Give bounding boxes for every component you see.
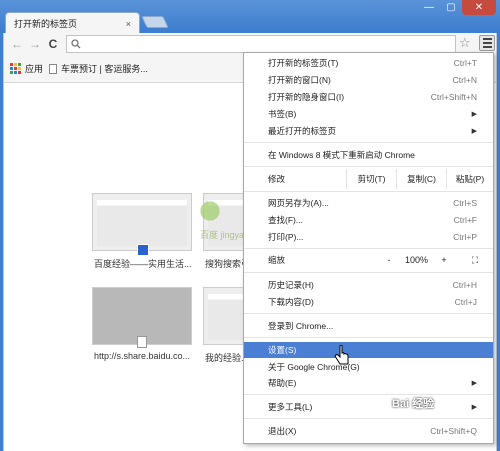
search-icon xyxy=(71,39,81,49)
menu-item-relaunch[interactable]: 在 Windows 8 模式下重新启动 Chrome xyxy=(244,147,493,163)
paste-button[interactable]: 粘贴(P) xyxy=(446,169,493,189)
menu-item-settings[interactable]: 设置(S) xyxy=(244,342,493,358)
zoom-out-button[interactable]: - xyxy=(379,251,399,269)
maximize-button[interactable]: ▢ xyxy=(440,0,462,15)
bookmark-ticket-label: 车票预订 | 客运服务... xyxy=(61,64,148,74)
hand-cursor-icon xyxy=(334,345,349,365)
thumbnail-preview xyxy=(97,200,187,246)
thumbnail-caption: 百度经验——实用生活... xyxy=(94,259,192,269)
menu-item-find[interactable]: 查找(F)... Ctrl+F xyxy=(244,212,493,228)
address-input[interactable] xyxy=(81,39,451,49)
most-visited-thumbnail[interactable] xyxy=(92,287,192,348)
menu-separator xyxy=(244,418,493,419)
menu-item-signin[interactable]: 登录到 Chrome... xyxy=(244,318,493,334)
tab-title: 打开新的标签页 xyxy=(14,19,78,29)
menu-separator xyxy=(244,191,493,192)
menu-item-about[interactable]: 关于 Google Chrome(G) xyxy=(244,359,493,375)
tab-new-tab[interactable]: 打开新的标签页 × xyxy=(5,12,140,34)
menu-item-new-tab[interactable]: 打开新的标签页(T) Ctrl+T xyxy=(244,55,493,71)
menu-separator xyxy=(244,337,493,338)
zoom-level: 100% xyxy=(404,255,429,265)
menu-item-print[interactable]: 打印(P)... Ctrl+P xyxy=(244,229,493,245)
chrome-menu: 打开新的标签页(T) Ctrl+T 打开新的窗口(N) Ctrl+N 打开新的隐身窗… xyxy=(243,52,494,444)
close-window-button[interactable]: ✕ xyxy=(462,0,496,15)
brand-watermark: Bai 经验 xyxy=(392,398,435,410)
omnibox[interactable] xyxy=(66,35,456,53)
document-icon xyxy=(137,336,147,348)
bookmark-star-icon[interactable]: ☆ xyxy=(459,35,471,51)
menu-item-history[interactable]: 历史记录(H) Ctrl+H xyxy=(244,277,493,293)
menu-separator xyxy=(244,394,493,395)
chevron-right-icon: ▶ xyxy=(471,111,477,118)
chevron-right-icon: ▶ xyxy=(471,404,477,411)
menu-item-more-tools[interactable]: 更多工具(L) ▶ xyxy=(244,399,493,415)
menu-item-zoom-label: 缩放 xyxy=(268,255,286,265)
copy-button[interactable]: 复制(C) xyxy=(396,169,446,189)
reload-icon[interactable]: C xyxy=(44,35,62,53)
menu-item-downloads[interactable]: 下载内容(D) Ctrl+J xyxy=(244,294,493,310)
menu-item-save-as[interactable]: 网页另存为(A)... Ctrl+S xyxy=(244,195,493,211)
fullscreen-icon[interactable]: ⛶ xyxy=(464,251,486,269)
bookmark-apps-label: 应用 xyxy=(25,64,44,74)
bookmark-apps[interactable]: 应用 xyxy=(10,62,43,75)
document-icon xyxy=(49,63,58,74)
baidu-favicon-icon xyxy=(137,244,149,256)
bookmark-ticket[interactable]: 车票预订 | 客运服务... xyxy=(49,62,148,75)
window-controls: — ▢ ✕ xyxy=(418,0,496,15)
chevron-right-icon: ▶ xyxy=(471,380,477,387)
back-arrow-icon[interactable]: ← xyxy=(8,35,26,53)
minimize-button[interactable]: — xyxy=(418,0,440,15)
menu-separator xyxy=(244,248,493,249)
thumbnail-preview xyxy=(208,294,248,340)
menu-item-recent-tabs[interactable]: 最近打开的标签页 ▶ xyxy=(244,123,493,139)
chevron-right-icon: ▶ xyxy=(471,128,477,135)
thumbnail-caption: http://s.share.baidu.co... xyxy=(94,351,191,361)
apps-grid-icon xyxy=(10,63,21,74)
zoom-in-button[interactable]: + xyxy=(434,251,454,269)
menu-item-bookmarks[interactable]: 书签(B) ▶ xyxy=(244,106,493,122)
forward-arrow-icon[interactable]: → xyxy=(26,35,44,53)
menu-item-incognito[interactable]: 打开新的隐身窗口(I) Ctrl+Shift+N xyxy=(244,89,493,105)
menu-item-exit[interactable]: 退出(X) Ctrl+Shift+Q xyxy=(244,423,493,439)
tab-close-icon[interactable]: × xyxy=(126,19,131,29)
chrome-menu-button[interactable] xyxy=(479,35,495,51)
menu-item-help[interactable]: 帮助(E) ▶ xyxy=(244,375,493,391)
menu-separator xyxy=(244,272,493,273)
menu-separator xyxy=(244,313,493,314)
thumbnail-caption: 我的经验... xyxy=(205,353,249,363)
cut-button[interactable]: 剪切(T) xyxy=(346,169,396,189)
menu-separator xyxy=(244,166,493,167)
menu-separator xyxy=(244,142,493,143)
clover-watermark-icon xyxy=(195,196,225,226)
menu-item-new-window[interactable]: 打开新的窗口(N) Ctrl+N xyxy=(244,72,493,88)
most-visited-thumbnail[interactable] xyxy=(92,193,192,256)
